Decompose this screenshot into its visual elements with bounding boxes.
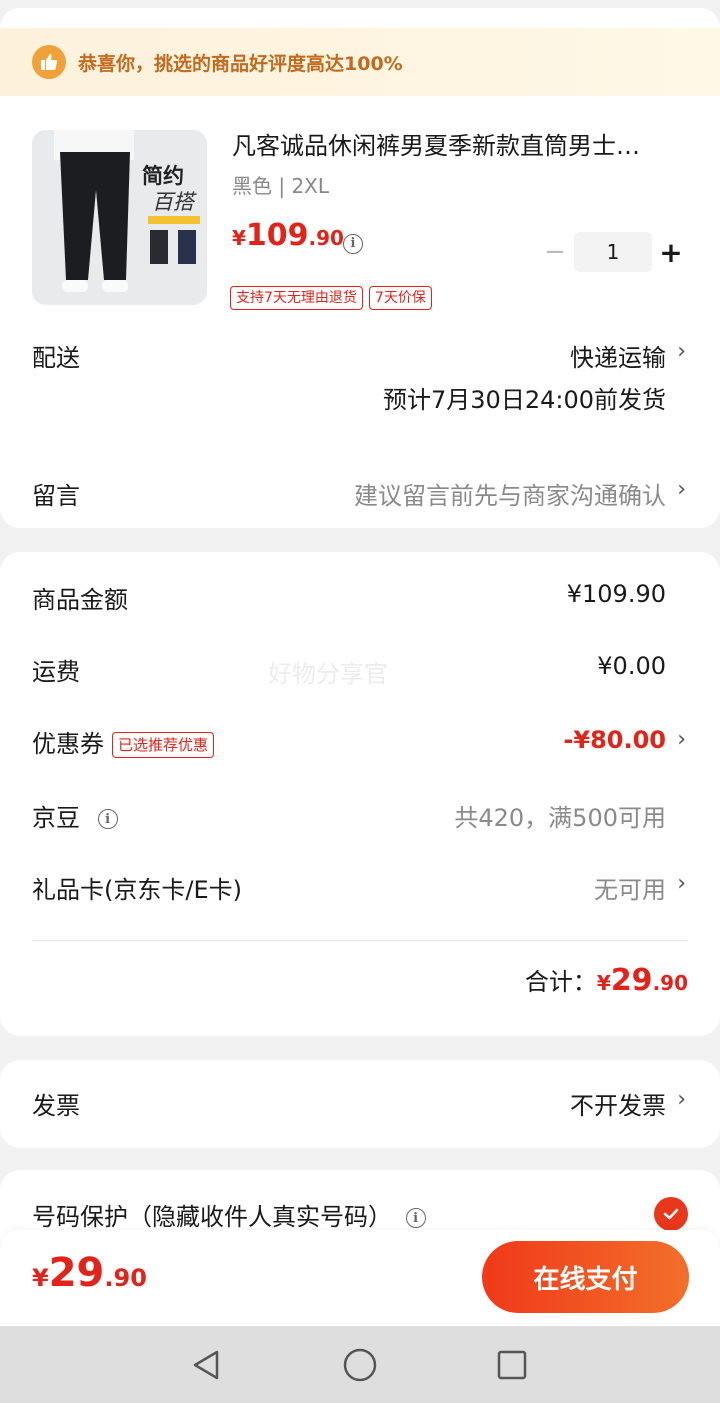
quantity-plus-button[interactable]: + [656,236,686,269]
divider [32,940,688,941]
product-price-int: 109 [245,218,309,253]
product-spec[interactable]: 黑色 | 2XL [232,170,329,199]
jd-bean-label: 京豆 [32,804,80,832]
quantity-input[interactable]: 1 [574,232,652,272]
bottom-total-price: ¥29.90 [32,1250,147,1296]
watermark: 好物分享官 [268,660,388,688]
quantity-minus-button[interactable]: − [540,237,570,267]
back-nav-icon[interactable] [166,1326,246,1403]
number-protection-info-icon[interactable]: i [405,1208,426,1228]
shipping-value: ¥0.00 [597,652,666,680]
product-image[interactable]: 简约 百搭 [32,130,207,305]
delivery-value[interactable]: 快递运输 [570,338,666,373]
bottom-price-yen: ¥ [32,1264,49,1292]
praise-notice-text: 恭喜你，挑选的商品好评度高达100% [78,52,403,75]
delivery-chevron-icon[interactable]: › [677,339,686,364]
gift-card-label: 礼品卡(京东卡/E卡) [32,876,242,904]
coupon-badge: 已选推荐优惠 [112,732,215,758]
total-row: 合计：¥29.90 [525,962,688,998]
quantity-stepper: − 1 + [540,232,686,272]
pay-online-button[interactable]: 在线支付 [482,1241,689,1313]
service-tags: 支持7天无理由退货 7天价保 [230,286,432,310]
total-yen: ¥ [596,971,611,995]
total-int: 29 [610,963,653,998]
check-icon [663,1208,679,1220]
coupon-row[interactable]: 优惠券 已选推荐优惠 [32,724,215,759]
product-price-dec: .90 [308,226,344,250]
jd-bean-label-row: 京豆 i [32,798,118,833]
coupon-value[interactable]: -¥80.00 [563,726,666,754]
gift-card-chevron-icon[interactable]: › [677,871,686,896]
invoice-chevron-icon[interactable]: › [677,1087,686,1112]
number-protection-checkbox[interactable] [654,1197,688,1231]
praise-notice: 恭喜你，挑选的商品好评度高达100% [0,28,720,96]
product-price: ¥109.90 [232,218,344,253]
jd-bean-value: 共420，满500可用 [454,804,666,832]
shipping-label: 运费 [32,658,80,686]
number-protection-row: 号码保护（隐藏收件人真实号码） i [32,1197,426,1232]
delivery-eta: 预计7月30日24:00前发货 [383,386,666,414]
product-title[interactable]: 凡客诚品休闲裤男夏季新款直筒男士… [232,126,692,161]
tag-return: 支持7天无理由退货 [230,286,363,310]
gift-card-value[interactable]: 无可用 [594,870,666,905]
home-nav-icon[interactable] [320,1326,400,1403]
coupon-chevron-icon[interactable]: › [677,727,686,752]
number-protection-label: 号码保护（隐藏收件人真实号码） [32,1203,392,1231]
recents-nav-icon[interactable] [472,1326,552,1403]
system-nav-bar [0,1326,720,1403]
invoice-value[interactable]: 不开发票 [570,1086,666,1121]
invoice-label: 发票 [32,1092,80,1120]
product-price-yen: ¥ [232,226,246,250]
goods-amount-value: ¥109.90 [566,580,666,608]
coupon-label: 优惠券 [32,730,104,758]
bottom-price-int: 29 [48,1250,105,1296]
bottom-price-dec: .90 [104,1264,147,1292]
total-label: 合计： [524,968,597,996]
message-input[interactable]: 建议留言前先与商家沟通确认 [354,476,666,511]
message-label: 留言 [32,482,80,510]
thumbs-up-icon [32,45,66,79]
tag-price-protect: 7天价保 [368,286,432,310]
delivery-label: 配送 [32,344,80,372]
total-dec: .90 [652,971,688,995]
jd-bean-info-icon[interactable]: i [97,809,118,829]
goods-amount-label: 商品金额 [32,586,128,614]
price-info-icon[interactable]: i [343,232,363,254]
product-image-text-2: 百搭 [152,190,194,214]
message-chevron-icon[interactable]: › [677,477,686,502]
